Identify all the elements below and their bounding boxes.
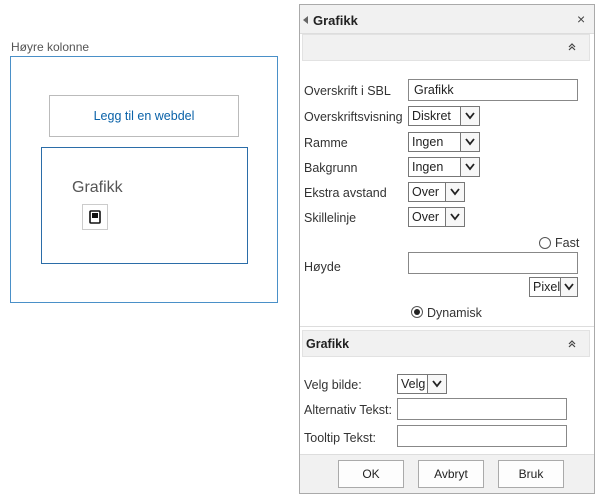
graphic-section-title: Grafikk <box>306 337 350 351</box>
background-label: Bakgrunn <box>304 161 358 175</box>
cancel-button[interactable]: Avbryt <box>418 460 484 488</box>
title-display-select[interactable]: Diskret <box>408 106 480 126</box>
background-select[interactable]: Ingen <box>408 157 480 177</box>
alt-text-label: Alternativ Tekst: <box>304 403 393 417</box>
chevron-down-icon <box>460 107 479 125</box>
appearance-section-header[interactable] <box>302 34 590 61</box>
unit-select[interactable]: Pixel <box>529 277 578 297</box>
image-placeholder-icon[interactable] <box>82 204 108 230</box>
title-input[interactable]: Grafikk <box>408 79 578 101</box>
height-input[interactable] <box>408 252 578 274</box>
apply-button[interactable]: Bruk <box>498 460 564 488</box>
choose-image-value: Velg <box>401 377 426 391</box>
dynamic-height-label: Dynamisk <box>427 306 482 320</box>
unit-value: Pixel <box>533 280 561 294</box>
tool-pane <box>299 4 595 494</box>
spacing-value: Over <box>412 185 440 199</box>
tool-pane-title: Grafikk <box>313 13 358 28</box>
chevron-down-icon <box>560 278 577 296</box>
webpart-container[interactable] <box>41 147 248 264</box>
border-label: Ramme <box>304 136 348 150</box>
title-display-value: Diskret <box>412 109 451 123</box>
border-select[interactable]: Ingen <box>408 132 480 152</box>
chevron-up-icon[interactable] <box>566 41 578 53</box>
chevron-down-icon <box>460 133 479 151</box>
chevron-down-icon <box>427 375 446 393</box>
tooltip-text-input[interactable] <box>397 425 567 447</box>
alt-text-input[interactable] <box>397 398 567 420</box>
chevron-down-icon <box>445 183 464 201</box>
webpart-title: Grafikk <box>72 179 123 196</box>
height-label: Høyde <box>304 260 341 274</box>
close-icon[interactable]: × <box>577 11 585 27</box>
chevron-down-icon <box>460 158 479 176</box>
title-display-label: Overskriftsvisning <box>304 110 403 124</box>
add-webpart-button[interactable]: Legg til en webdel <box>49 95 239 137</box>
divider-label: Skillelinje <box>304 211 357 225</box>
column-title: Høyre kolonne <box>11 40 90 54</box>
chevron-down-icon <box>445 208 464 226</box>
tooltip-text-label: Tooltip Tekst: <box>304 431 377 445</box>
divider-select[interactable]: Over <box>408 207 465 227</box>
divider-value: Over <box>412 210 440 224</box>
choose-image-label: Velg bilde: <box>304 378 362 392</box>
spacing-label: Ekstra avstand <box>304 186 387 200</box>
section-divider <box>300 326 594 327</box>
fixed-height-label: Fast <box>555 236 580 250</box>
spacing-select[interactable]: Over <box>408 182 465 202</box>
collapse-arrow-icon[interactable] <box>303 16 308 24</box>
border-value: Ingen <box>412 135 444 149</box>
choose-image-select[interactable]: Velg <box>397 374 447 394</box>
chevron-up-icon[interactable] <box>566 338 578 350</box>
dynamic-height-radio[interactable] <box>411 306 423 318</box>
title-label: Overskrift i SBL <box>304 84 391 98</box>
ok-button[interactable]: OK <box>338 460 404 488</box>
fixed-height-radio[interactable] <box>539 237 551 249</box>
background-value: Ingen <box>412 160 444 174</box>
